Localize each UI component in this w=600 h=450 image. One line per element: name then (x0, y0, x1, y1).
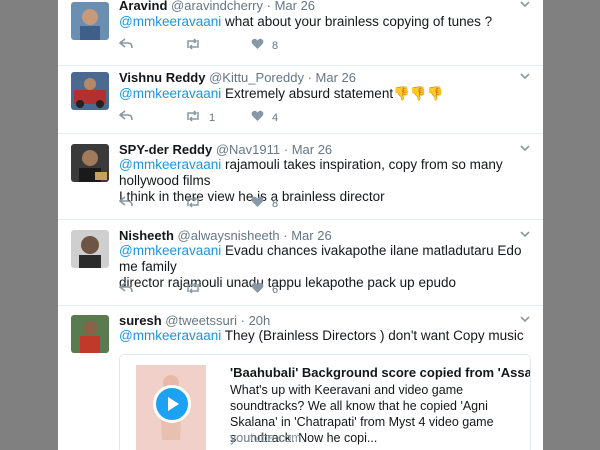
like-button[interactable]: 8 (251, 38, 278, 53)
like-icon (251, 282, 264, 297)
separator: · (240, 313, 245, 328)
user-handle[interactable]: @aravindcherry (171, 0, 263, 13)
thumbs-down-emoji: 👎👎👎 (393, 86, 444, 101)
caret-down-icon[interactable] (519, 70, 531, 82)
user-handle[interactable]: @Nav1911 (216, 142, 280, 157)
tweet-text-line2: director rajamouli unadu tappu lekapothe… (119, 275, 456, 290)
retweet-button[interactable] (185, 38, 201, 53)
card-domain: youtube.com (230, 431, 302, 445)
timestamp[interactable]: Mar 26 (292, 142, 332, 157)
tweet[interactable]: Nisheeth @alwaysnisheeth · Mar 26 @mmkee… (58, 220, 543, 306)
tweet-text: @mmkeeravaani what about your brainless … (119, 14, 531, 30)
avatar[interactable] (71, 315, 109, 353)
play-icon[interactable] (153, 385, 191, 423)
card-title[interactable]: 'Baahubali' Background score copied from… (230, 365, 530, 380)
display-name[interactable]: suresh (119, 313, 162, 328)
retweet-count: 1 (209, 111, 216, 124)
reply-icon (118, 110, 133, 125)
retweet-button[interactable]: 1 (185, 110, 215, 125)
mention-link[interactable]: @mmkeeravaani (119, 86, 221, 101)
like-count: 6 (272, 283, 279, 296)
timestamp[interactable]: Mar 26 (275, 0, 315, 13)
like-count: 8 (272, 39, 279, 52)
like-count: 8 (272, 197, 279, 210)
tweet-header: SPY-der Reddy @Nav1911 · Mar 26 (119, 142, 332, 158)
like-button[interactable]: 4 (251, 110, 278, 125)
tweet[interactable]: suresh @tweetssuri · 20h @mmkeeravaani T… (58, 306, 543, 450)
user-handle[interactable]: @tweetssuri (165, 313, 237, 328)
avatar[interactable] (71, 144, 109, 182)
reply-icon (118, 38, 133, 53)
retweet-button[interactable] (185, 196, 201, 211)
tweet[interactable]: Aravind @aravindcherry · Mar 26 @mmkeera… (58, 0, 543, 66)
tweet-text: @mmkeeravaani Evadu chances ivakapothe i… (119, 243, 531, 291)
like-icon (251, 38, 264, 53)
separator: · (283, 142, 289, 157)
retweet-button[interactable] (185, 282, 201, 297)
link-preview-card[interactable]: 'Baahubali' Background score copied from… (119, 354, 531, 450)
like-button[interactable]: 8 (251, 196, 278, 211)
timestamp[interactable]: Mar 26 (316, 70, 356, 85)
tweet-header: suresh @tweetssuri · 20h (119, 313, 270, 329)
like-button[interactable]: 6 (251, 282, 278, 297)
tweet-text-content: what about your brainless copying of tun… (221, 14, 493, 29)
separator: · (283, 228, 288, 243)
tweet-header: Aravind @aravindcherry · Mar 26 (119, 0, 315, 14)
tweet[interactable]: Vishnu Reddy @Kittu_Poreddy · Mar 26 @mm… (58, 66, 543, 134)
avatar[interactable] (71, 230, 109, 268)
user-handle[interactable]: @alwaysnisheeth (178, 228, 280, 243)
tweet-text-content: They (Brainless Directors ) don't want C… (221, 328, 524, 343)
reply-button[interactable] (118, 196, 133, 211)
reply-icon (118, 282, 133, 297)
reply-button[interactable] (118, 110, 133, 125)
retweet-icon (185, 282, 201, 297)
display-name[interactable]: SPY-der Reddy (119, 142, 212, 157)
separator: · (307, 70, 312, 85)
tweet-text-line2: I think in there view he is a brainless … (119, 189, 385, 204)
retweet-icon (185, 38, 201, 53)
user-handle[interactable]: @Kittu_Poreddy (209, 70, 304, 85)
retweet-icon (185, 196, 201, 211)
mention-link[interactable]: @mmkeeravaani (119, 14, 221, 29)
avatar[interactable] (71, 72, 109, 110)
tweet-header: Nisheeth @alwaysnisheeth · Mar 26 (119, 228, 332, 244)
timestamp[interactable]: 20h (249, 313, 271, 328)
like-icon (251, 196, 264, 211)
mention-link[interactable]: @mmkeeravaani (119, 328, 221, 343)
tweet[interactable]: SPY-der Reddy @Nav1911 · Mar 26 @mmkeera… (58, 134, 543, 220)
avatar[interactable] (71, 2, 109, 40)
tweet-text: @mmkeeravaani Extremely absurd statement… (119, 86, 531, 102)
tweet-timeline: Aravind @aravindcherry · Mar 26 @mmkeera… (58, 0, 543, 450)
caret-down-icon[interactable] (519, 313, 531, 325)
separator: · (266, 0, 271, 13)
tweet-text: @mmkeeravaani rajamouli takes inspiratio… (119, 157, 531, 205)
caret-down-icon[interactable] (519, 228, 531, 240)
reply-icon (118, 196, 133, 211)
like-icon (251, 110, 264, 125)
like-count: 4 (272, 111, 279, 124)
caret-down-icon[interactable] (519, 0, 531, 10)
display-name[interactable]: Vishnu Reddy (119, 70, 205, 85)
tweet-text: @mmkeeravaani They (Brainless Directors … (119, 328, 531, 344)
reply-button[interactable] (118, 38, 133, 53)
tweet-header: Vishnu Reddy @Kittu_Poreddy · Mar 26 (119, 70, 356, 86)
retweet-icon (185, 110, 201, 125)
display-name[interactable]: Nisheeth (119, 228, 174, 243)
tweet-text-content: Extremely absurd statement (221, 86, 394, 101)
mention-link[interactable]: @mmkeeravaani (119, 157, 221, 172)
caret-down-icon[interactable] (519, 142, 531, 154)
mention-link[interactable]: @mmkeeravaani (119, 243, 221, 258)
video-thumbnail[interactable] (120, 355, 230, 450)
reply-button[interactable] (118, 282, 133, 297)
display-name[interactable]: Aravind (119, 0, 167, 13)
timestamp[interactable]: Mar 26 (291, 228, 331, 243)
